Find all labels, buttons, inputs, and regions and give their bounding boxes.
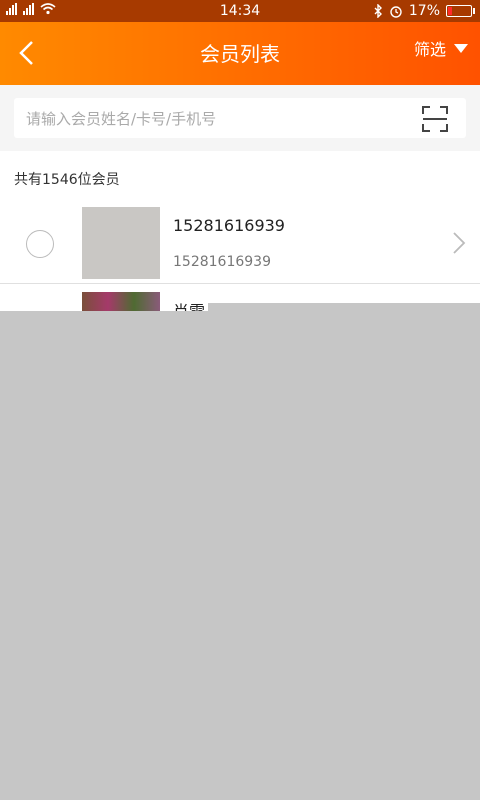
member-list-panel: 共有1546位会员 15281616939 15281616939 肖雷 [0,85,480,311]
search-box [14,98,466,140]
app-header: 会员列表 筛选 [0,22,480,85]
dropdown-triangle-icon [454,43,468,53]
filter-button[interactable]: 筛选 [414,36,468,60]
member-count: 共有1546位会员 [14,172,120,188]
member-row[interactable]: 15281616939 15281616939 [0,205,480,284]
loading-overlay [0,311,480,800]
scan-icon[interactable] [422,106,448,132]
search-bar [0,85,480,151]
status-bar: 14:34 17% [0,0,480,22]
member-name: 15281616939 [173,216,285,235]
alarm-icon [390,6,402,18]
member-name: 肖雷 [173,298,205,311]
bluetooth-icon [374,4,382,18]
chevron-right-icon[interactable] [452,231,466,255]
status-right: 17% [373,3,475,19]
page-title: 会员列表 [200,42,280,66]
battery-percent: 17% [408,3,440,19]
avatar [82,207,160,279]
select-radio[interactable] [26,230,54,258]
filter-label: 筛选 [413,40,446,59]
battery-icon [446,5,475,17]
avatar [82,292,160,311]
search-input[interactable] [24,98,408,140]
member-phone: 15281616939 [173,254,271,270]
